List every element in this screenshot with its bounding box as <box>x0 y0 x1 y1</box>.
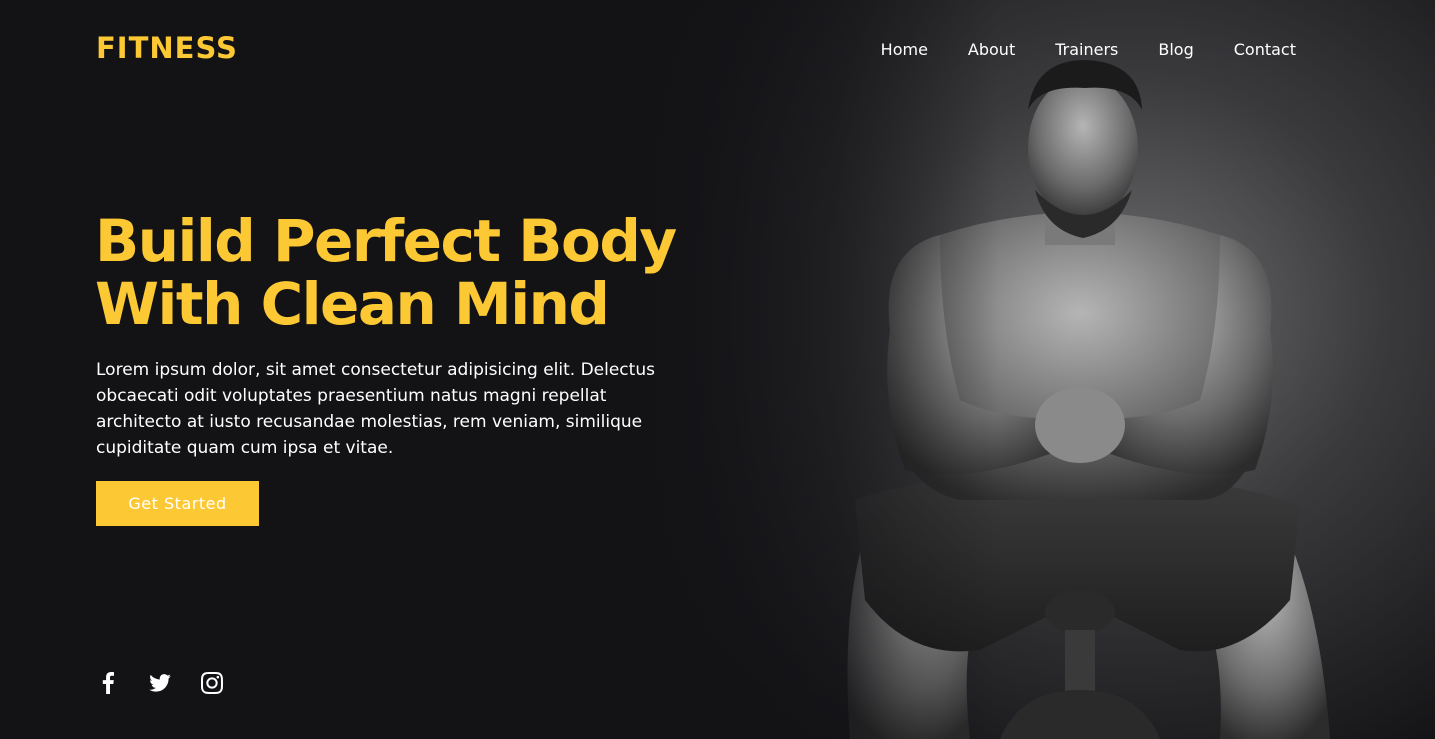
nav-item-blog[interactable]: Blog <box>1158 40 1193 60</box>
social-links <box>96 671 224 695</box>
hero-description: Lorem ipsum dolor, sit amet consectetur … <box>96 360 655 458</box>
hero-headline: Build Perfect Body With Clean Mind <box>95 210 735 336</box>
hero-headline-line-1: Build Perfect Body <box>95 207 677 275</box>
get-started-button[interactable]: Get Started <box>96 481 259 526</box>
nav-item-contact[interactable]: Contact <box>1234 40 1296 60</box>
hero-image <box>640 0 1435 739</box>
main-nav: Home About Trainers Blog Contact <box>881 40 1296 60</box>
nav-item-trainers[interactable]: Trainers <box>1055 40 1118 60</box>
brand-logo[interactable]: FITNESS <box>96 31 238 65</box>
facebook-icon[interactable] <box>96 671 120 695</box>
twitter-icon[interactable] <box>148 671 172 695</box>
nav-item-about[interactable]: About <box>968 40 1015 60</box>
nav-item-home[interactable]: Home <box>881 40 928 60</box>
hero-headline-line-2: With Clean Mind <box>95 270 610 338</box>
instagram-icon[interactable] <box>200 671 224 695</box>
